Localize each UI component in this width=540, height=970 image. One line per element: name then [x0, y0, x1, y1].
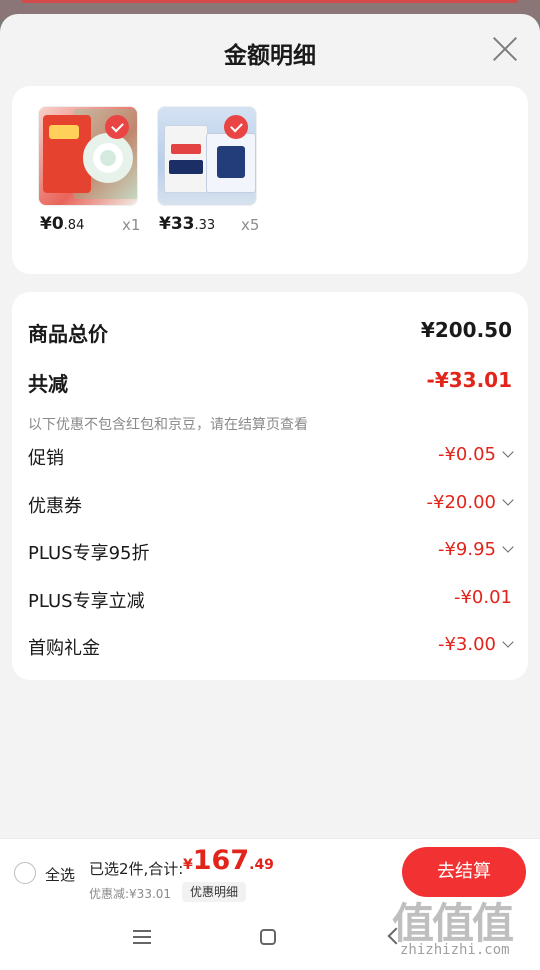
watermark-url: zhizhizhi.com — [400, 942, 510, 958]
products-card: ¥0.84 x1 ¥33.33 x5 — [12, 86, 528, 274]
saved-amount-text: 优惠减:¥33.01 — [89, 887, 172, 901]
discount-label: 促销 — [28, 448, 64, 469]
total-reduction-row: 共减 -¥33.01 — [28, 368, 512, 396]
total-price-value: ¥200.50 — [420, 318, 512, 342]
discount-value: -¥9.95 — [438, 539, 514, 560]
discount-value: -¥20.00 — [427, 492, 514, 513]
discount-row-coupon[interactable]: 优惠券 -¥20.00 — [28, 492, 514, 518]
total-reduction-value: -¥33.01 — [426, 368, 512, 392]
amount-detail-sheet: 金额明细 ¥0.84 x1 ¥33.33 x5 商品总价 ¥200.50 共减 … — [0, 14, 540, 970]
chevron-down-icon — [502, 541, 514, 553]
background-accent-line — [22, 0, 518, 3]
menu-icon[interactable] — [133, 930, 151, 944]
product-price: ¥0.84 — [40, 214, 85, 234]
chevron-down-icon — [502, 446, 514, 458]
total-reduction-label: 共减 — [28, 372, 68, 396]
discount-label: PLUS专享立减 — [28, 591, 145, 612]
discount-row-plus-reduce: PLUS专享立减 -¥0.01 — [28, 587, 512, 613]
discount-value: -¥3.00 — [438, 634, 514, 655]
product-price-row: ¥33.33 x5 — [157, 214, 287, 234]
chevron-down-icon — [502, 494, 514, 506]
discount-value: -¥0.01 — [453, 587, 512, 608]
home-icon[interactable] — [260, 929, 276, 945]
discount-detail-button[interactable]: 优惠明细 — [182, 882, 247, 902]
cart-total-amount: ¥167.49 — [183, 845, 274, 876]
discount-row-first-purchase[interactable]: 首购礼金 -¥3.00 — [28, 634, 514, 660]
sheet-title: 金额明细 — [224, 43, 316, 69]
check-icon — [224, 115, 248, 139]
product-item[interactable] — [38, 106, 158, 206]
selected-count-text: 已选2件,合计: — [89, 860, 184, 878]
discount-note: 以下优惠不包含红包和京豆，请在结算页查看 — [28, 417, 308, 433]
product-thumbnail — [38, 106, 138, 206]
select-all-label[interactable]: 全选 — [45, 864, 75, 885]
discount-label: 首购礼金 — [28, 638, 100, 659]
discount-value: -¥0.05 — [438, 444, 514, 465]
total-price-row: 商品总价 ¥200.50 — [28, 318, 512, 346]
product-item[interactable] — [157, 106, 277, 206]
check-icon — [105, 115, 129, 139]
product-price: ¥33.33 — [159, 214, 216, 234]
discount-label: PLUS专享95折 — [28, 543, 150, 564]
watermark: 值值值 zhizhizhi.com — [392, 890, 532, 966]
select-all-radio[interactable] — [14, 862, 36, 884]
discount-row-promotion[interactable]: 促销 -¥0.05 — [28, 444, 514, 470]
close-icon[interactable] — [492, 36, 518, 62]
product-quantity: x1 — [122, 216, 141, 234]
product-quantity: x5 — [241, 216, 260, 234]
product-thumbnail — [157, 106, 257, 206]
price-summary-card: 商品总价 ¥200.50 共减 -¥33.01 以下优惠不包含红包和京豆，请在结… — [12, 292, 528, 680]
total-price-label: 商品总价 — [28, 322, 108, 346]
discount-row-plus-95[interactable]: PLUS专享95折 -¥9.95 — [28, 539, 514, 565]
chevron-down-icon — [502, 636, 514, 648]
sheet-header: 金额明细 — [0, 14, 540, 86]
discount-label: 优惠券 — [28, 496, 82, 517]
product-price-row: ¥0.84 x1 — [38, 214, 168, 234]
